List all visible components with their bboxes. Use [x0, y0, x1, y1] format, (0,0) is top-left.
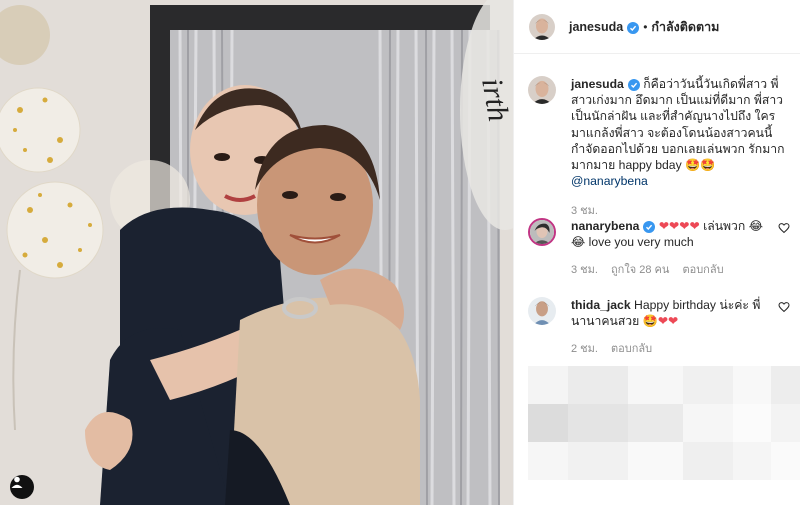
- comment-reply-button[interactable]: ตอบกลับ: [611, 343, 652, 355]
- comment-likes[interactable]: ถูกใจ 28 คน: [611, 264, 669, 276]
- verified-badge-icon: [627, 79, 640, 91]
- comment-item: thida_jack Happy birthday น่ะค่ะ พี่นานา…: [528, 297, 790, 358]
- post-side-panel: janesuda • กำลังติดตาม janesuda ก็คือว่า…: [513, 0, 800, 505]
- heart-outline-icon[interactable]: [778, 301, 790, 313]
- commenter-avatar[interactable]: [528, 218, 556, 246]
- author-username-text[interactable]: janesuda: [569, 20, 623, 34]
- comment-meta: 2 ชม. ตอบกลับ: [571, 341, 771, 357]
- star-eyes-emoji: 🤩: [642, 314, 658, 329]
- heart-outline-icon[interactable]: [778, 222, 790, 234]
- avatar-image: [530, 220, 554, 244]
- comment-time[interactable]: 3 ชม.: [571, 264, 598, 276]
- user-tag-button[interactable]: [10, 475, 34, 499]
- caption-text: ก็คือว่าวันนี้วันเกิดพี่สาว พี่สาวเก่งมา…: [571, 77, 785, 173]
- caption: janesuda ก็คือว่าวันนี้วันเกิดพี่สาว พี่…: [528, 76, 790, 220]
- comment-username[interactable]: thida_jack: [571, 298, 631, 312]
- author-username[interactable]: janesuda: [569, 20, 640, 34]
- comment-item: nanarybena ❤❤❤❤ เล่นพวก 😂😂 love you very…: [528, 218, 790, 279]
- post-photo[interactable]: irth: [0, 0, 513, 505]
- red-heart-emoji: ❤❤: [657, 314, 679, 329]
- comment-text: เล่นพวก: [703, 219, 746, 233]
- red-heart-emoji: ❤❤❤❤: [658, 219, 700, 233]
- following-button[interactable]: กำลังติดตาม: [651, 17, 719, 37]
- avatar-image: [528, 297, 556, 325]
- caption-mention[interactable]: @nanarybena: [571, 174, 648, 188]
- avatar-image: [528, 76, 556, 104]
- header-separator: •: [643, 19, 648, 34]
- comment-body: thida_jack Happy birthday น่ะค่ะ พี่นานา…: [571, 297, 771, 358]
- caption-time[interactable]: 3 ชม.: [571, 205, 598, 217]
- verified-badge-icon: [643, 221, 656, 233]
- photo-illustration: irth: [0, 0, 513, 505]
- caption-avatar[interactable]: [528, 76, 556, 104]
- verified-badge-icon: [627, 21, 640, 34]
- comment-meta: 3 ชม. ถูกใจ 28 คน ตอบกลับ: [571, 262, 771, 278]
- comment-text-2: love you very much: [588, 235, 694, 250]
- comment-reply-button[interactable]: ตอบกลับ: [682, 264, 723, 276]
- comment-body: nanarybena ❤❤❤❤ เล่นพวก 😂😂 love you very…: [571, 218, 771, 279]
- post-header: janesuda • กำลังติดตาม: [514, 0, 800, 54]
- caption-username[interactable]: janesuda: [571, 77, 624, 91]
- comment-username[interactable]: nanarybena: [571, 219, 639, 233]
- comment-time[interactable]: 2 ชม.: [571, 343, 598, 355]
- commenter-avatar[interactable]: [528, 297, 556, 325]
- pixelated-area: [528, 366, 800, 480]
- author-avatar[interactable]: [529, 13, 555, 40]
- avatar-image: [529, 13, 555, 40]
- user-tag-icon: [11, 476, 23, 488]
